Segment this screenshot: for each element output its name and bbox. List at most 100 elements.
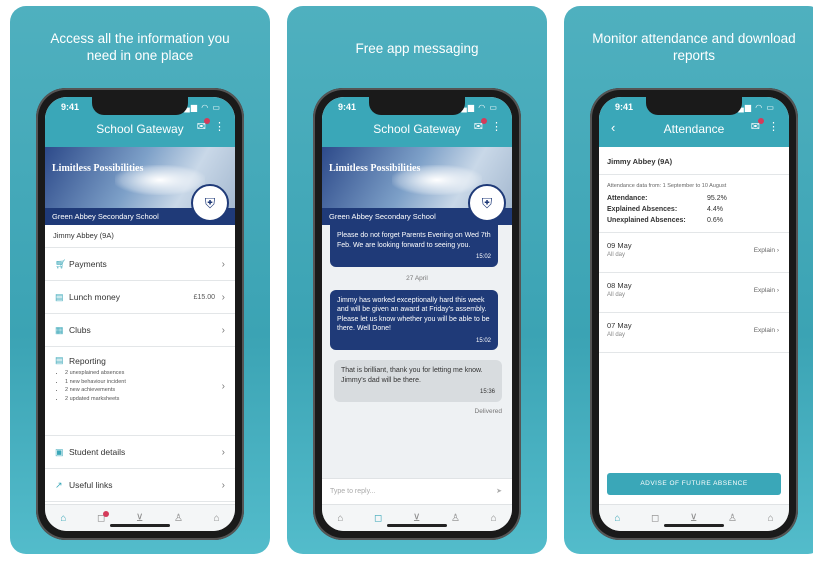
- attendance-stats: Attendance: 95.2% Explained Absences: 4.…: [607, 193, 727, 226]
- menu-label: Payments: [69, 259, 107, 269]
- caption: Monitor attendance and download reports: [592, 31, 796, 63]
- phone-frame: 9:41 ▂▄▆ ◠ ▭ ‹ Attendance ✉ ⋮ Jimmy Abbe…: [590, 88, 798, 540]
- school-crest-icon: ⛨: [191, 184, 229, 222]
- more-icon[interactable]: ⋮: [491, 120, 502, 133]
- header-actions: ✉ ⋮: [751, 118, 779, 133]
- date-range: Attendance data from: 1 September to 10 …: [607, 183, 727, 189]
- absence-row[interactable]: 08 May All day Explain ›: [599, 273, 789, 313]
- home-indicator: [387, 524, 447, 527]
- school-icon[interactable]: ⌂: [214, 513, 220, 524]
- menu-label: Useful links: [69, 480, 113, 490]
- reply-placeholder: Type to reply...: [330, 488, 376, 495]
- status-time: 9:41: [338, 102, 357, 112]
- id-card-icon: ▣: [55, 446, 64, 457]
- list-item: 2 unexplained absences: [65, 369, 126, 378]
- phone-screen: 9:41 ▂▄▆ ◠ ▭ School Gateway ✉ ⋮ Limitles…: [45, 97, 235, 531]
- home-icon[interactable]: ⌂: [337, 513, 343, 524]
- caption: Free app messaging: [355, 41, 479, 56]
- school-icon[interactable]: ⌂: [491, 513, 497, 524]
- student-name[interactable]: Jimmy Abbey (9A): [45, 225, 235, 248]
- home-icon[interactable]: ⌂: [60, 513, 66, 524]
- more-icon[interactable]: ⋮: [768, 120, 779, 133]
- user-icon[interactable]: ♙: [451, 513, 460, 524]
- phone-screen: 9:41 ▂▄▆ ◠ ▭ ‹ Attendance ✉ ⋮ Jimmy Abbe…: [599, 97, 789, 531]
- chevron-right-icon: ›: [221, 291, 225, 303]
- more-icon[interactable]: ⋮: [214, 120, 225, 133]
- home-indicator: [664, 524, 724, 527]
- message-text: Jimmy has worked exceptionally hard this…: [337, 296, 490, 333]
- message-time: 15:02: [475, 254, 491, 260]
- banner-title: Limitless Possibilities: [329, 163, 421, 174]
- status-time: 9:41: [61, 102, 80, 112]
- notifications-icon[interactable]: ✉: [197, 118, 211, 133]
- phone-screen: 9:41 ▂▄▆ ◠ ▭ School Gateway ✉ ⋮ Limitles…: [322, 97, 512, 531]
- menu-item-payments[interactable]: 🛒︎ Payments ›: [45, 248, 235, 281]
- home-icon[interactable]: ⌂: [614, 513, 620, 524]
- chat-icon[interactable]: ◻: [374, 513, 382, 524]
- delivery-status: Delivered: [474, 407, 502, 415]
- school-icon[interactable]: ⌂: [768, 513, 774, 524]
- header-actions: ✉ ⋮: [474, 118, 502, 133]
- promo-card-information: Access all the information you need in o…: [10, 6, 270, 554]
- chevron-right-icon: ›: [221, 258, 225, 270]
- promo-card-attendance: Monitor attendance and download reports …: [564, 6, 813, 554]
- cart-icon: 🛒︎: [55, 258, 67, 269]
- chat-icon[interactable]: ◻: [97, 510, 110, 524]
- stat-label: Attendance:: [607, 195, 648, 202]
- link-icon: ↗: [55, 479, 63, 490]
- menu-item-clubs[interactable]: ▦ Clubs ›: [45, 314, 235, 347]
- clubs-icon: ▦: [55, 324, 64, 335]
- status-time: 9:41: [615, 102, 634, 112]
- date-divider: 27 April: [406, 274, 428, 282]
- cart-icon[interactable]: ⊻: [690, 513, 697, 524]
- student-name: Jimmy Abbey (9A): [599, 147, 789, 175]
- message-bubble: Please do not forget Parents Evening on …: [330, 225, 498, 267]
- notch: [646, 97, 742, 115]
- banner-title: Limitless Possibilities: [52, 163, 144, 174]
- menu-item-reporting[interactable]: ▤ Reporting 2 unexplained absences 1 new…: [45, 347, 235, 436]
- phone-frame: 9:41 ▂▄▆ ◠ ▭ School Gateway ✉ ⋮ Limitles…: [313, 88, 521, 540]
- explain-button[interactable]: Explain ›: [754, 247, 779, 254]
- notch: [92, 97, 188, 115]
- chat-icon[interactable]: ◻: [651, 513, 659, 524]
- menu-item-student-details[interactable]: ▣ Student details ›: [45, 436, 235, 469]
- explain-button[interactable]: Explain ›: [754, 327, 779, 334]
- home-indicator: [110, 524, 170, 527]
- attendance-summary: Jimmy Abbey (9A) Attendance data from: 1…: [599, 147, 789, 353]
- caption: Access all the information you need in o…: [50, 31, 230, 63]
- message-text: Please do not forget Parents Evening on …: [337, 232, 491, 249]
- stat-value: 95.2%: [707, 195, 727, 202]
- user-icon[interactable]: ♙: [174, 513, 183, 524]
- menu-label: Reporting: [69, 355, 106, 366]
- report-icon: ▤: [55, 355, 64, 365]
- stat-label: Explained Absences:: [607, 206, 678, 213]
- absence-row[interactable]: 07 May All day Explain ›: [599, 313, 789, 353]
- send-icon[interactable]: ➤: [496, 479, 502, 505]
- chevron-right-icon: ›: [221, 446, 225, 458]
- stat-value: 4.4%: [707, 206, 723, 213]
- message-bubble: Jimmy has worked exceptionally hard this…: [330, 289, 498, 350]
- reporting-summary: 2 unexplained absences 1 new behaviour i…: [55, 369, 126, 403]
- message-thread: Please do not forget Parents Evening on …: [322, 225, 512, 479]
- lunch-balance: £15.00: [193, 293, 215, 301]
- cart-icon[interactable]: ⊻: [413, 513, 420, 524]
- user-icon[interactable]: ♙: [728, 513, 737, 524]
- message-time: 15:36: [479, 389, 495, 395]
- explain-button[interactable]: Explain ›: [754, 287, 779, 294]
- notch: [369, 97, 465, 115]
- advise-absence-button[interactable]: ADVISE OF FUTURE ABSENCE: [607, 473, 781, 495]
- menu-label: Lunch money: [69, 292, 121, 302]
- menu-label: Clubs: [69, 325, 91, 335]
- notifications-icon[interactable]: ✉: [474, 118, 488, 133]
- chevron-right-icon: ›: [221, 381, 225, 392]
- reply-input[interactable]: Type to reply... ➤: [322, 478, 512, 505]
- absence-row[interactable]: 09 May All day Explain ›: [599, 233, 789, 273]
- stat-value: 0.6%: [707, 217, 723, 224]
- chevron-right-icon: ›: [221, 479, 225, 491]
- menu-item-useful-links[interactable]: ↗ Useful links ›: [45, 469, 235, 502]
- school-banner: Limitless Possibilities Green Abbey Seco…: [45, 147, 235, 225]
- list-item: 2 new achievements: [65, 386, 126, 395]
- menu-item-lunch-money[interactable]: ▤ Lunch money £15.00 ›: [45, 281, 235, 314]
- notifications-icon[interactable]: ✉: [751, 118, 765, 133]
- cart-icon[interactable]: ⊻: [136, 513, 143, 524]
